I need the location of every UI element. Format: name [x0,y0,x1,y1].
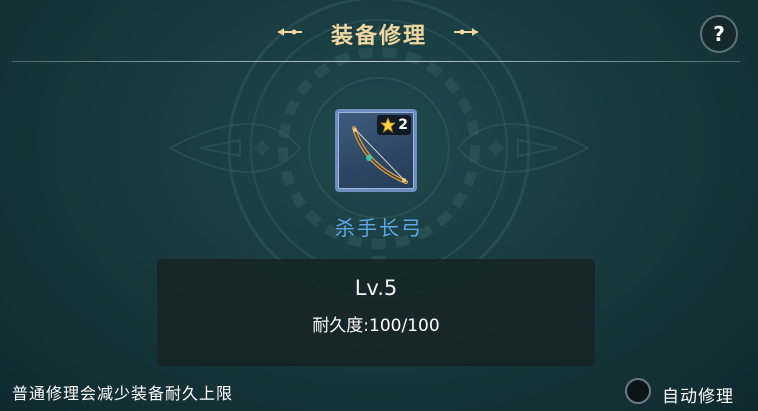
star-count: 2 [398,117,408,133]
item-level: Lv.5 [354,276,398,300]
durability-label: 耐久度: [312,316,370,336]
help-button[interactable]: ? [700,15,738,53]
auto-repair-toggle[interactable]: 自动修理 [625,378,745,407]
repair-hint-text: 普通修理会减少装备耐久上限 [12,384,234,403]
help-icon: ? [713,22,725,46]
durability-row: 耐久度:100/100 [157,311,595,336]
equipment-slot[interactable]: 2 [335,109,417,192]
star-icon [380,117,397,133]
page-title: 装备修理 [330,24,427,49]
header-divider [12,61,740,62]
header: 装备修理 ? [0,0,758,62]
auto-repair-label: 自动修理 [662,387,734,407]
auto-repair-checkbox[interactable] [625,378,651,404]
item-info-panel: Lv.5 耐久度:100/100 [157,259,595,366]
arrow-ornament-right-icon [454,28,478,36]
item-name: 杀手长弓 [335,216,423,240]
durability-value: 100/100 [369,316,440,336]
star-rank-badge: 2 [377,115,411,135]
